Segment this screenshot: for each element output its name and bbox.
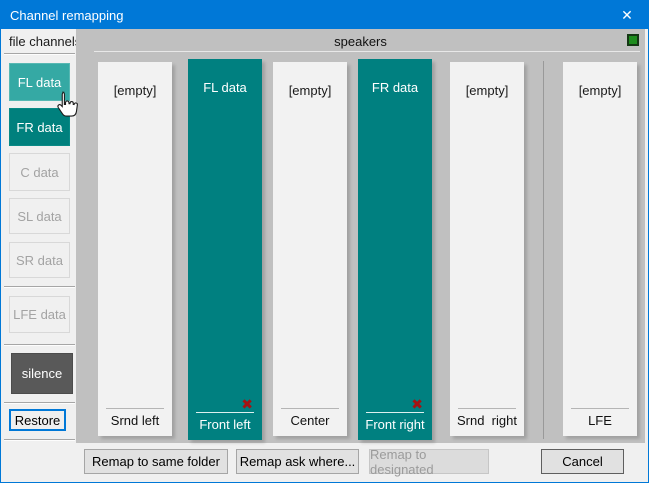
remap-to-designated-button: Remap to designated [369, 449, 489, 474]
speakers-heading-rule [94, 51, 640, 52]
lfe-separator-line [543, 61, 544, 439]
sidebar-button-lfe-data[interactable]: LFE data [9, 296, 70, 333]
sidebar-separator [4, 402, 75, 404]
slot-content: [empty] [450, 83, 524, 98]
remove-assignment-icon[interactable]: ✖ [241, 397, 253, 411]
sidebar-button-fl-data[interactable]: FL data [9, 63, 70, 101]
slot-content: [empty] [98, 83, 172, 98]
file-channels-heading: file channels [9, 34, 81, 49]
slot-spacer [188, 95, 262, 397]
slot-content: FR data [358, 80, 432, 95]
slot-spacer [358, 95, 432, 397]
slot-label: Srnd right [450, 409, 524, 436]
slot-content: [empty] [563, 83, 637, 98]
slot-label: Srnd left [98, 409, 172, 436]
dialog-title: Channel remapping [1, 8, 606, 23]
cancel-button[interactable]: Cancel [541, 449, 624, 474]
slot-label: Center [273, 409, 347, 436]
speaker-slot-lfe[interactable]: [empty] LFE [563, 62, 637, 436]
channel-remapping-dialog: Channel remapping ✕ file channels FL dat… [0, 0, 649, 483]
slot-label: LFE [563, 409, 637, 436]
sidebar-button-sl-data[interactable]: SL data [9, 198, 70, 234]
close-icon: ✕ [621, 7, 633, 24]
sidebar-button-c-data[interactable]: C data [9, 153, 70, 191]
slot-label: Front left [188, 413, 262, 440]
sidebar-button-silence[interactable]: silence [11, 353, 73, 394]
close-button[interactable]: ✕ [606, 1, 648, 29]
sidebar-separator [4, 439, 75, 441]
sidebar-button-sr-data[interactable]: SR data [9, 242, 70, 278]
slot-spacer [563, 98, 637, 408]
slot-label: Front right [358, 413, 432, 440]
slot-spacer [450, 98, 524, 408]
speaker-slot-center[interactable]: [empty] Center [273, 62, 347, 436]
slot-content: FL data [188, 80, 262, 95]
sidebar-separator [4, 286, 75, 288]
slot-content: [empty] [273, 83, 347, 98]
speaker-slot-front-left[interactable]: FL data ✖ Front left [188, 59, 262, 440]
restore-button[interactable]: Restore [9, 409, 66, 431]
remap-same-folder-button[interactable]: Remap to same folder [84, 449, 228, 474]
sidebar-separator [4, 344, 75, 346]
speaker-slot-srnd-left[interactable]: [empty] Srnd left [98, 62, 172, 436]
speakers-panel: speakers [empty] Srnd left FL data ✖ Fro… [76, 29, 645, 443]
sidebar-separator [4, 53, 75, 55]
speaker-slot-front-right[interactable]: FR data ✖ Front right [358, 59, 432, 440]
remap-ask-where-button[interactable]: Remap ask where... [236, 449, 359, 474]
slot-spacer [273, 98, 347, 408]
speakers-heading: speakers [76, 34, 645, 49]
status-indicator-square [627, 34, 639, 46]
title-bar: Channel remapping ✕ [1, 1, 648, 29]
sidebar-button-fr-data[interactable]: FR data [9, 108, 70, 146]
speaker-slot-srnd-right[interactable]: [empty] Srnd right [450, 62, 524, 436]
remove-assignment-icon[interactable]: ✖ [411, 397, 423, 411]
slot-spacer [98, 98, 172, 408]
